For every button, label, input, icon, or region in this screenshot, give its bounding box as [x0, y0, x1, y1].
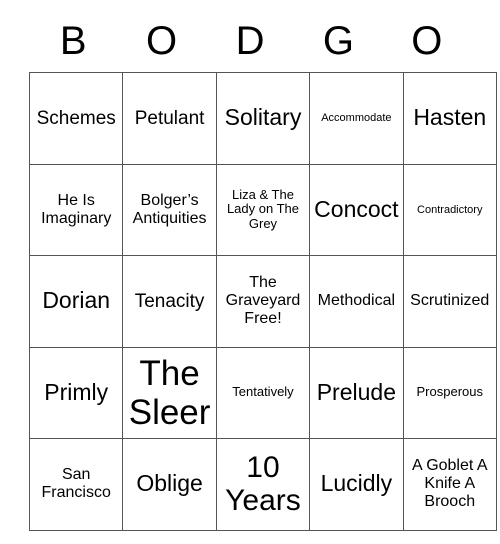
header-letter-2: D [235, 19, 265, 63]
bingo-cell[interactable]: Concoct [309, 163, 404, 256]
bingo-cell[interactable]: Methodical [309, 255, 404, 348]
bingo-cell[interactable]: Scrutinized [402, 255, 497, 348]
bingo-cell[interactable]: The Graveyard Free! [215, 255, 311, 348]
bingo-row: San Francisco Oblige 10 Years Lucidly A … [28, 438, 497, 531]
bingo-grid: Schemes Petulant Solitary Accommodate Ha… [28, 72, 497, 531]
bingo-cell[interactable]: Dorian [28, 255, 124, 348]
bingo-cell[interactable]: Prelude [309, 346, 404, 439]
bingo-cell[interactable]: Prosperous [402, 346, 497, 439]
bingo-header-row: B O D G O [29, 10, 471, 72]
bingo-card: B O D G O Schemes Petulant Solitary Acco… [28, 10, 497, 531]
bingo-cell[interactable]: Contradictory [402, 163, 497, 256]
bingo-cell[interactable]: Tentatively [215, 346, 311, 439]
bingo-cell[interactable]: 10 Years [215, 438, 311, 531]
bingo-row: Primly The Sleer Tentatively Prelude Pro… [28, 346, 497, 439]
bingo-cell[interactable]: Tenacity [122, 255, 217, 348]
bingo-cell[interactable]: Primly [28, 346, 124, 439]
bingo-row: Schemes Petulant Solitary Accommodate Ha… [28, 72, 497, 165]
bingo-cell[interactable]: Bolger’s Antiquities [122, 163, 217, 256]
header-letter-3: G [322, 19, 354, 63]
bingo-row: He Is Imaginary Bolger’s Antiquities Liz… [28, 163, 497, 256]
header-letter-4: O [411, 19, 443, 63]
bingo-cell[interactable]: San Francisco [28, 438, 124, 531]
bingo-cell[interactable]: He Is Imaginary [28, 163, 124, 256]
header-letter-0: B [59, 19, 87, 63]
bingo-cell[interactable]: The Sleer [122, 346, 217, 439]
bingo-cell[interactable]: Hasten [402, 72, 497, 165]
bingo-row: Dorian Tenacity The Graveyard Free! Meth… [28, 255, 497, 348]
bingo-cell[interactable]: Petulant [122, 72, 217, 165]
bingo-cell[interactable]: Accommodate [309, 72, 404, 165]
bingo-cell[interactable]: Liza & The Lady on The Grey [215, 163, 311, 256]
bingo-cell[interactable]: Schemes [28, 72, 124, 165]
bingo-cell[interactable]: Oblige [122, 438, 217, 531]
bingo-cell[interactable]: Solitary [215, 72, 311, 165]
bingo-cell[interactable]: Lucidly [309, 438, 404, 531]
bingo-cell[interactable]: A Goblet A Knife A Brooch [402, 438, 497, 531]
header-letter-1: O [146, 19, 178, 63]
